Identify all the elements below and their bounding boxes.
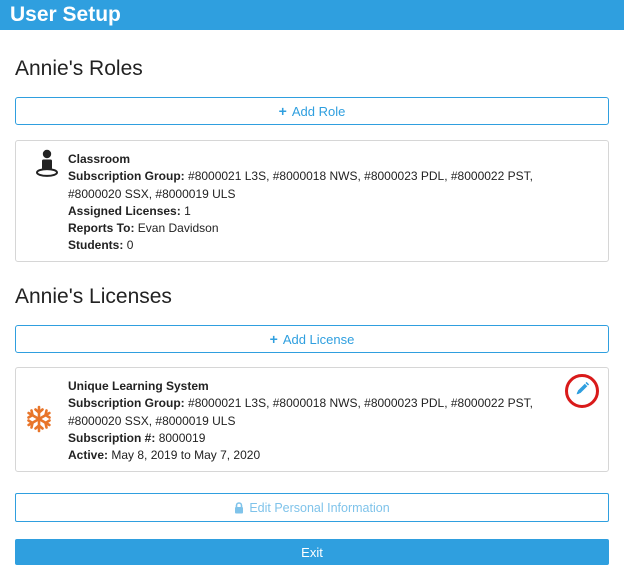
- snowflake-icon: [25, 405, 53, 438]
- edit-personal-info-button[interactable]: Edit Personal Information: [15, 493, 609, 522]
- exit-label: Exit: [301, 544, 323, 560]
- plus-icon: +: [278, 103, 287, 119]
- role-students: Students: 0: [68, 237, 548, 254]
- license-active: Active: May 8, 2019 to May 7, 2020: [68, 447, 548, 464]
- role-name: Classroom: [68, 152, 131, 166]
- licenses-section-title: Annie's Licenses: [15, 285, 172, 308]
- pencil-icon: [574, 381, 590, 402]
- license-subscription-number-label: Subscription #:: [68, 430, 156, 445]
- add-license-label: Add License: [282, 331, 355, 347]
- license-subscription-group: Subscription Group: #8000021 L3S, #80000…: [68, 395, 548, 430]
- edit-personal-info-label: Edit Personal Information: [249, 500, 390, 515]
- app-header: User Setup: [0, 0, 624, 30]
- license-card-details: Unique Learning System Subscription Grou…: [68, 378, 548, 464]
- add-license-button[interactable]: + Add License: [15, 325, 609, 353]
- add-role-button[interactable]: + Add Role: [15, 97, 609, 125]
- role-reports-to-label: Reports To:: [68, 221, 135, 236]
- role-assigned-licenses: Assigned Licenses: 1: [68, 203, 548, 220]
- lock-icon: [234, 501, 244, 514]
- role-subscription-group-label: Subscription Group:: [68, 169, 185, 184]
- role-card-details: Classroom Subscription Group: #8000021 L…: [68, 151, 548, 255]
- edit-license-button[interactable]: [565, 374, 599, 408]
- license-card: Unique Learning System Subscription Grou…: [15, 367, 609, 472]
- page-title: User Setup: [10, 3, 121, 26]
- license-subscription-number-value: 8000019: [158, 430, 206, 445]
- role-card: Classroom Subscription Group: #8000021 L…: [15, 140, 609, 262]
- roles-section-title: Annie's Roles: [15, 57, 143, 80]
- plus-icon: +: [269, 331, 278, 347]
- license-subscription-group-label: Subscription Group:: [68, 396, 185, 411]
- teacher-icon: [33, 149, 61, 182]
- role-reports-to-value: Evan Davidson: [137, 221, 219, 236]
- license-subscription-number: Subscription #: 8000019: [68, 430, 548, 447]
- role-students-value: 0: [126, 238, 134, 253]
- role-reports-to: Reports To: Evan Davidson: [68, 220, 548, 237]
- add-role-label: Add Role: [291, 103, 346, 119]
- role-assigned-licenses-label: Assigned Licenses:: [68, 203, 181, 218]
- exit-button[interactable]: Exit: [15, 539, 609, 565]
- role-students-label: Students:: [68, 238, 124, 253]
- role-subscription-group: Subscription Group: #8000021 L3S, #80000…: [68, 168, 548, 203]
- license-name: Unique Learning System: [68, 379, 209, 393]
- license-active-value: May 8, 2019 to May 7, 2020: [111, 448, 261, 463]
- license-active-label: Active:: [68, 448, 109, 463]
- role-assigned-licenses-value: 1: [184, 203, 191, 218]
